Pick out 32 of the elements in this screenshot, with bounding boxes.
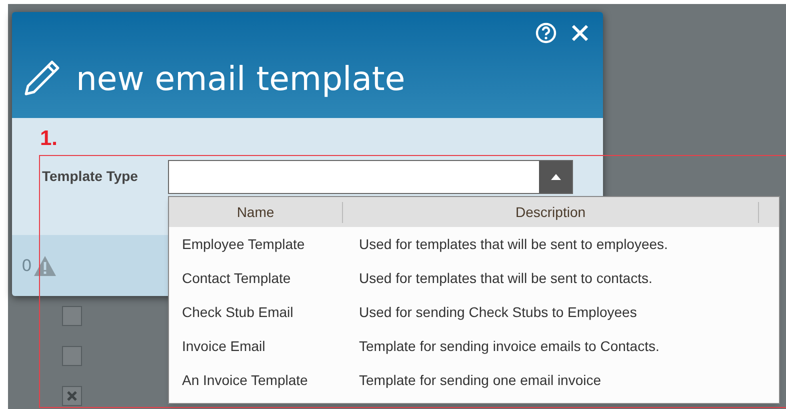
template-type-dropdown[interactable] — [168, 160, 573, 194]
dropdown-toggle[interactable] — [539, 161, 572, 193]
checkbox[interactable] — [62, 346, 82, 366]
check-mark-icon — [67, 391, 77, 401]
caret-up-icon — [550, 174, 560, 180]
dropdown-option[interactable]: Invoice Email Template for sending invoice emails to Contacts. — [169, 329, 779, 363]
option-name: An Invoice Template — [181, 370, 309, 390]
warning-count: 0 — [22, 254, 32, 277]
option-name: Employee Template — [181, 234, 306, 254]
column-header[interactable]: Description — [343, 202, 759, 222]
option-name: Invoice Email — [181, 336, 266, 356]
option-description: Template for sending one email invoice — [358, 370, 602, 390]
pencil-icon — [22, 58, 62, 98]
column-header[interactable]: Name — [169, 202, 343, 222]
dropdown-option[interactable]: Employee Template Used for templates that will be sent to employees. — [169, 227, 779, 261]
warning-icon — [33, 254, 58, 276]
checkbox[interactable] — [62, 386, 82, 406]
dropdown-option[interactable]: Check Stub Email Used for sending Check Stubs to Employees — [169, 295, 779, 329]
annotation-number: 1. — [40, 128, 58, 149]
dialog-title: new email template — [76, 62, 406, 94]
help-icon[interactable] — [535, 22, 557, 44]
option-description: Used for templates that will be sent to employees. — [358, 234, 668, 254]
close-icon[interactable] — [571, 24, 589, 42]
dropdown-option[interactable]: Contact Template Used for templates that will be sent to contacts. — [169, 261, 779, 295]
checkbox[interactable] — [62, 306, 82, 326]
option-name: Check Stub Email — [181, 302, 294, 322]
option-description: Template for sending invoice emails to Contacts. — [358, 336, 660, 356]
dropdown-option[interactable]: An Invoice Template Template for sending one email invoice — [169, 363, 779, 397]
option-name: Contact Template — [181, 268, 292, 288]
option-description: Used for templates that will be sent to contacts. — [358, 268, 652, 288]
field-label: Template Type — [42, 167, 138, 186]
option-description: Used for sending Check Stubs to Employees — [358, 302, 637, 322]
